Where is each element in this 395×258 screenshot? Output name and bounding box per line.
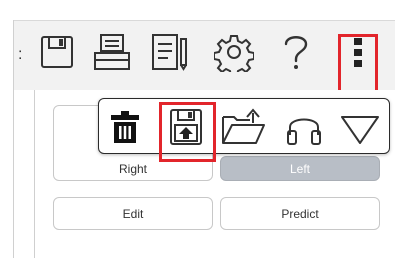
save-icon-highlight [159,102,216,162]
left-button-label: Left [289,162,310,176]
folder-open-icon[interactable] [219,105,269,149]
left-panel-edge [0,20,14,258]
gear-icon[interactable] [212,30,256,74]
floppy-disk-icon[interactable] [36,30,78,74]
left-button[interactable]: Left [220,156,380,181]
more-menu-highlight [338,34,378,96]
predict-button-label: Predict [281,206,319,221]
trash-icon[interactable] [105,105,145,149]
help-icon[interactable] [276,30,316,74]
printer-icon[interactable] [90,30,134,74]
headphones-icon[interactable] [281,105,327,149]
predict-button[interactable]: Predict [220,197,380,230]
document-edit-icon[interactable] [148,30,192,74]
right-button-label: Right [118,162,147,176]
popup-menu [98,98,390,154]
toolbar-separator: : [18,46,23,63]
edit-button-label: Edit [122,206,144,221]
triangle-down-icon[interactable] [335,105,385,149]
edit-button[interactable]: Edit [53,197,213,230]
window-top-strip [0,0,395,20]
